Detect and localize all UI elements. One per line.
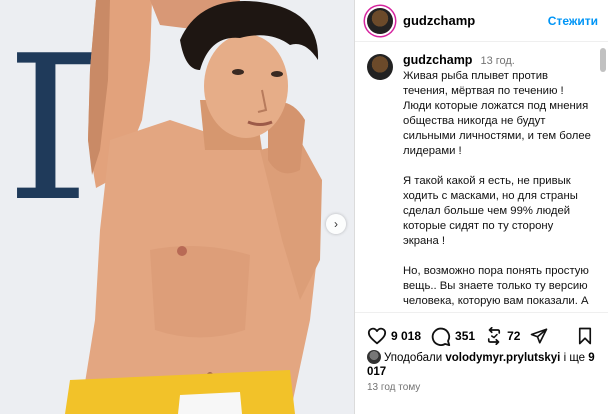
action-bar: 9 018 351 72 [367, 324, 603, 348]
reposts-count[interactable]: 72 [507, 329, 520, 343]
next-photo-button[interactable]: › [326, 214, 346, 234]
comment-action: 351 [431, 327, 475, 346]
post-image: Г [6, 0, 322, 414]
caption-username[interactable]: gudzchamp [403, 53, 472, 67]
caption: gudzchamp 13 год. Живая рыба плывет прот… [367, 53, 591, 312]
repost-icon[interactable] [485, 327, 503, 345]
follow-button[interactable]: Стежити [548, 14, 598, 28]
caption-scrollbar[interactable] [600, 46, 606, 312]
author-username[interactable]: gudzchamp [403, 13, 475, 28]
share-icon[interactable] [530, 327, 548, 345]
post-side-panel: gudzchamp Стежити gudzchamp 13 год. Жива… [354, 0, 608, 414]
post-photo[interactable]: Г › [0, 0, 354, 414]
chevron-right-icon: › [334, 217, 338, 231]
comments-count[interactable]: 351 [455, 329, 475, 343]
liked-by-and: і ще [563, 352, 586, 364]
like-action: 9 018 [367, 327, 421, 345]
author-avatar[interactable] [367, 7, 393, 34]
liker-avatar[interactable] [367, 350, 381, 364]
repost-action: 72 [485, 327, 520, 345]
caption-text: Живая рыба плывет против течения, мёртва… [403, 70, 591, 312]
liked-by-user[interactable]: volodymyr.prylutskyi [445, 352, 560, 364]
post-timestamp[interactable]: 13 год тому [367, 382, 420, 393]
bookmark-icon[interactable] [577, 327, 593, 345]
share-action [530, 327, 548, 345]
caption-body: gudzchamp 13 год. Живая рыба плывет прот… [403, 53, 591, 312]
save-action [577, 327, 593, 345]
liked-by: Уподобали volodymyr.prylutskyi і ще 9 01… [367, 350, 597, 379]
caption-scroll-area[interactable]: gudzchamp 13 год. Живая рыба плывет прот… [355, 43, 608, 313]
heart-icon[interactable] [367, 327, 387, 345]
scrollbar-thumb[interactable] [600, 48, 606, 72]
likes-count[interactable]: 9 018 [391, 329, 421, 343]
liked-by-prefix: Уподобали [384, 352, 443, 364]
comment-icon[interactable] [431, 327, 451, 346]
post-header: gudzchamp Стежити [355, 0, 608, 42]
caption-avatar[interactable] [367, 54, 393, 80]
caption-time: 13 год. [480, 55, 515, 67]
